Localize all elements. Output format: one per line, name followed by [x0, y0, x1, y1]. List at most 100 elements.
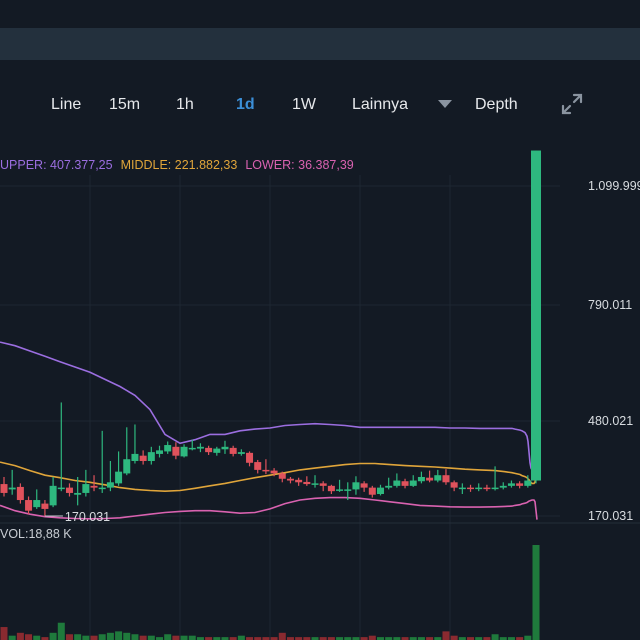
candle-body [417, 476, 425, 482]
candle [442, 469, 450, 485]
candle-body [475, 487, 483, 490]
y-tick-label: 790.011 [588, 298, 632, 312]
volume-bar [491, 634, 499, 640]
candle [65, 483, 73, 497]
min-price-label: 170.031 [65, 510, 110, 524]
candle-body [115, 471, 123, 484]
y-tick-label: 480.021 [588, 414, 633, 428]
candle-body [90, 485, 98, 488]
volume-bar [16, 632, 24, 640]
candle [0, 476, 8, 497]
candle [147, 446, 155, 465]
candle-body [106, 482, 114, 488]
y-tick-label: 1.099.999 [588, 179, 640, 193]
candle [229, 445, 237, 457]
candle-body [270, 470, 278, 474]
candle-body [221, 446, 229, 450]
volume-bar [278, 632, 286, 640]
candle [352, 476, 360, 495]
candle-body [524, 480, 532, 486]
candle [254, 459, 262, 474]
candle-body [0, 484, 8, 493]
candle-body [311, 483, 319, 485]
candle-body [213, 448, 221, 453]
candle [131, 424, 139, 464]
candle-body [458, 487, 466, 490]
candle-body [8, 487, 16, 490]
candle [286, 476, 294, 484]
candle [385, 477, 393, 490]
candle [41, 500, 49, 516]
volume-bar [442, 631, 450, 640]
candle [164, 441, 172, 454]
volume-bar [65, 634, 73, 640]
candle-body [286, 478, 294, 481]
volume-bar [115, 631, 123, 640]
candle [319, 481, 327, 492]
volume-bar [98, 634, 106, 640]
volume-bar [164, 634, 172, 640]
y-axis: 1.099.999 790.011 480.021 170.031 [588, 179, 640, 523]
candle [516, 481, 524, 489]
candle-body [450, 482, 458, 488]
candle [401, 478, 409, 489]
candle-body [467, 487, 475, 490]
candle-body [344, 489, 352, 491]
candle [507, 480, 515, 488]
candle [205, 445, 213, 455]
candle [196, 443, 204, 453]
candle-body [164, 445, 172, 452]
bollinger-bands [0, 203, 538, 520]
candle-body [82, 484, 90, 493]
volume-bar [8, 635, 16, 640]
candle-body [98, 487, 106, 490]
candle-body [65, 487, 73, 493]
candle-body [507, 483, 515, 486]
volume-bar [123, 632, 131, 640]
candle-body [16, 486, 24, 501]
candle-body [188, 447, 196, 450]
candle-body [327, 485, 335, 492]
candle-body [196, 446, 204, 449]
candle [246, 451, 254, 467]
candle [221, 440, 229, 454]
candle-body [254, 462, 262, 470]
candle [426, 470, 434, 483]
candle-body [57, 487, 65, 490]
candle [156, 445, 164, 458]
volume-bar [524, 635, 532, 640]
candle [376, 484, 384, 496]
price-chart[interactable]: 1.099.999 790.011 480.021 170.031 170.031 [0, 0, 640, 640]
volume-bar [106, 632, 114, 640]
candle [172, 442, 180, 460]
volume-bar [172, 635, 180, 640]
volume-bar [0, 627, 8, 640]
candle [336, 479, 344, 492]
volume-bar [180, 635, 188, 640]
candle-body [237, 452, 245, 454]
candle-body [336, 489, 344, 491]
candle-body [376, 487, 384, 495]
candle-body [278, 473, 286, 479]
candle [237, 449, 245, 456]
candle [295, 477, 303, 486]
volume-bar [33, 635, 41, 640]
y-tick-label: 170.031 [588, 509, 633, 523]
candle [458, 483, 466, 495]
volume-bar [188, 635, 196, 640]
volume-bar [57, 622, 65, 640]
candle-body [499, 485, 507, 488]
candle [16, 483, 24, 504]
candle-body [442, 475, 450, 483]
candle-body [385, 485, 393, 488]
candle [139, 450, 147, 465]
candle [311, 475, 319, 488]
candle-body [131, 453, 139, 462]
candle-body [516, 483, 524, 486]
volume-bar [82, 635, 90, 640]
candle-body [409, 480, 417, 486]
candle [33, 489, 41, 509]
candle [8, 469, 16, 495]
candle-body [147, 452, 155, 462]
volume-bar [49, 632, 57, 640]
